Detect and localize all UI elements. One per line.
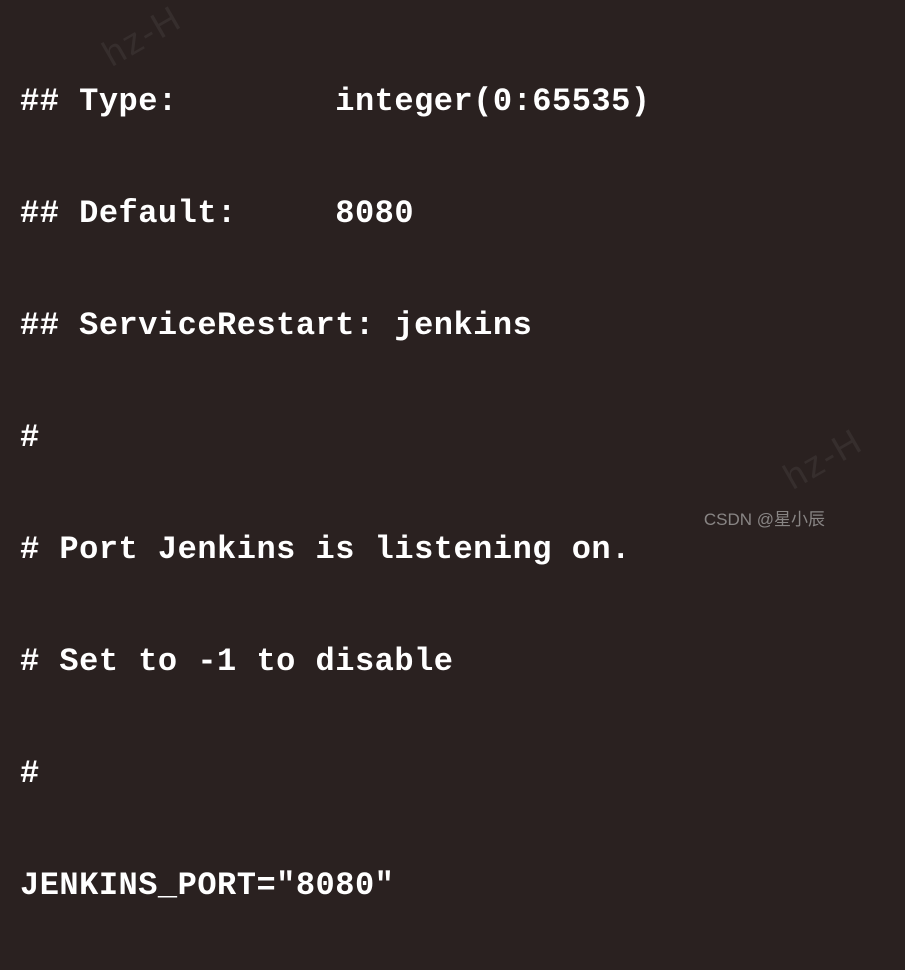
config-line-comment-2: # — [20, 746, 885, 802]
config-line-servicerestart: ## ServiceRestart: jenkins — [20, 298, 885, 354]
watermark-csdn: CSDN @星小辰 — [704, 505, 825, 530]
config-line-jenkins-port: JENKINS_PORT="8080" — [20, 858, 885, 914]
config-line-comment: # — [20, 410, 885, 466]
config-line-type: ## Type: integer(0:65535) — [20, 74, 885, 130]
config-line-description: # Port Jenkins is listening on. — [20, 522, 885, 578]
config-line-disable-note: # Set to -1 to disable — [20, 634, 885, 690]
config-line-default: ## Default: 8080 — [20, 186, 885, 242]
terminal-output: ## Type: integer(0:65535) ## Default: 80… — [20, 18, 885, 970]
